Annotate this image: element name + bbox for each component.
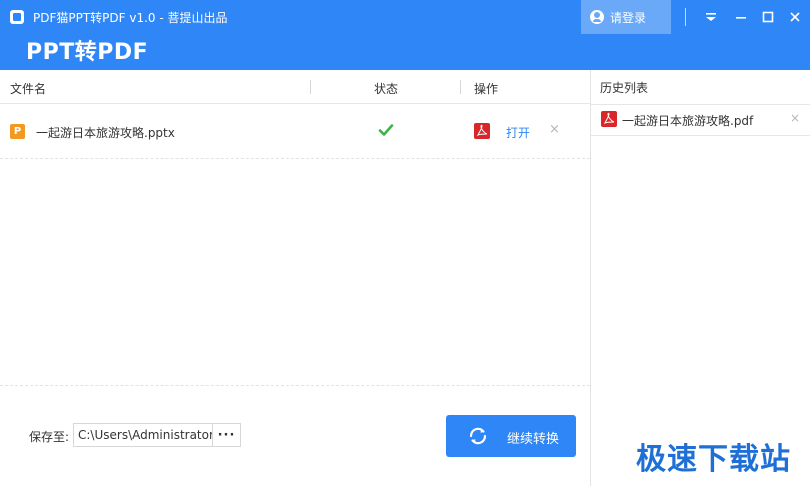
maximize-icon bbox=[762, 11, 774, 23]
history-item-name: 一起游日本旅游攻略.pdf bbox=[622, 114, 754, 128]
save-to-label: 保存至: bbox=[29, 430, 70, 444]
window-title: PDF猫PPT转PDF v1.0 - 菩提山出品 bbox=[33, 11, 228, 25]
continue-convert-button[interactable]: 继续转换 bbox=[446, 415, 576, 457]
maximize-button[interactable] bbox=[759, 8, 777, 26]
column-header-status: 状态 bbox=[374, 82, 399, 96]
titlebar-separator bbox=[685, 8, 686, 26]
pdf-file-icon bbox=[601, 111, 617, 127]
table-header: 文件名 状态 操作 bbox=[0, 70, 590, 104]
continue-convert-label: 继续转换 bbox=[507, 432, 560, 447]
file-name: 一起游日本旅游攻略.pptx bbox=[36, 126, 175, 140]
acrobat-glyph-icon bbox=[603, 112, 615, 125]
table-row: P 一起游日本旅游攻略.pptx 打开 × bbox=[0, 105, 590, 159]
remove-history-button[interactable]: × bbox=[790, 111, 800, 125]
app-logo-icon bbox=[10, 10, 24, 24]
minimize-icon bbox=[736, 17, 746, 19]
file-list-pane: 文件名 状态 操作 P 一起游日本旅游攻略.pptx 打开 × 保存至: C:\… bbox=[0, 70, 590, 486]
login-button[interactable]: 请登录 bbox=[581, 0, 671, 34]
close-window-button[interactable] bbox=[786, 8, 804, 26]
column-header-action: 操作 bbox=[474, 82, 499, 96]
close-icon bbox=[790, 12, 800, 22]
remove-row-button[interactable]: × bbox=[549, 122, 560, 137]
browse-folder-button[interactable]: ··· bbox=[212, 423, 241, 447]
menu-dropdown-button[interactable] bbox=[702, 8, 720, 26]
refresh-icon bbox=[469, 427, 487, 445]
history-title: 历史列表 bbox=[600, 81, 649, 95]
footer-divider bbox=[0, 385, 590, 386]
pdf-file-icon[interactable] bbox=[474, 123, 490, 139]
column-divider bbox=[460, 80, 461, 94]
open-file-link[interactable]: 打开 bbox=[506, 124, 530, 141]
ppt-file-icon: P bbox=[10, 124, 25, 139]
column-divider bbox=[310, 80, 311, 94]
app-heading: PPT转PDF bbox=[26, 40, 149, 65]
menu-dropdown-icon bbox=[706, 13, 716, 21]
history-item[interactable]: 一起游日本旅游攻略.pdf × bbox=[591, 106, 810, 136]
save-path-input[interactable]: C:\Users\Administrator bbox=[73, 423, 213, 447]
user-icon bbox=[590, 10, 604, 24]
check-icon bbox=[378, 124, 394, 136]
watermark: 极速下载站 bbox=[636, 442, 791, 477]
login-label: 请登录 bbox=[610, 10, 647, 25]
acrobat-glyph-icon bbox=[476, 124, 488, 137]
title-bar: PDF猫PPT转PDF v1.0 - 菩提山出品 PPT转PDF 请登录 bbox=[0, 0, 810, 70]
column-header-filename: 文件名 bbox=[10, 82, 47, 96]
minimize-button[interactable] bbox=[732, 8, 750, 26]
history-pane: 历史列表 一起游日本旅游攻略.pdf × bbox=[590, 70, 810, 486]
history-divider bbox=[591, 104, 810, 105]
